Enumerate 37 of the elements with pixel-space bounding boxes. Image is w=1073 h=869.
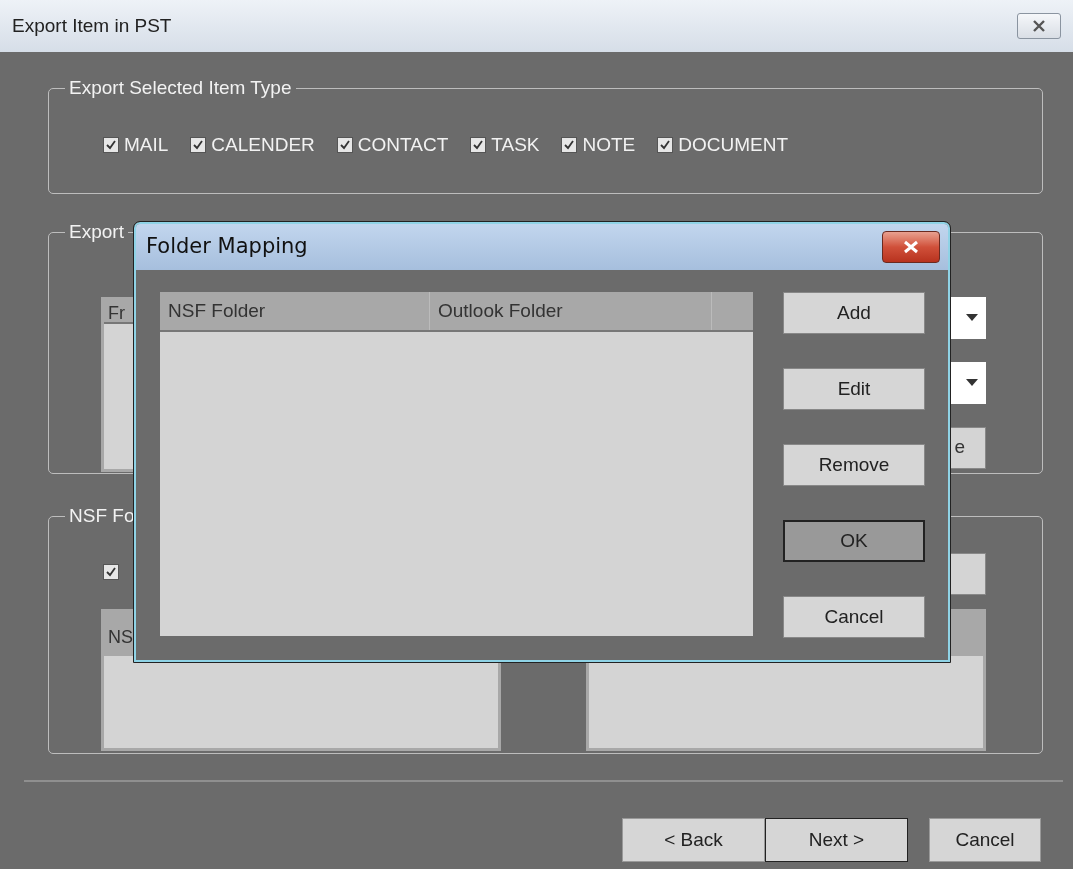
checkbox-label: CONTACT (357, 132, 449, 157)
dialog-button[interactable]: Cancel (783, 596, 925, 638)
folder-table[interactable]: NSF Folder Outlook Folder (160, 292, 753, 636)
group-title: Export (68, 220, 125, 244)
checkbox[interactable] (103, 563, 119, 580)
dropdown-arrow-icon (966, 379, 978, 386)
checkbox-label: NOTE (582, 132, 636, 157)
checkbox-label: CALENDER (211, 132, 315, 157)
dropdown-arrow-icon (966, 314, 978, 321)
window-title: Export Item in PST (12, 13, 172, 38)
column-header[interactable]: Outlook Folder (430, 292, 712, 330)
dialog-button[interactable]: Edit (783, 368, 925, 410)
close-button[interactable] (1017, 13, 1061, 39)
column-header: NS (108, 626, 133, 647)
dialog-button[interactable]: OK (783, 520, 925, 562)
close-button[interactable] (882, 231, 940, 263)
column-header[interactable]: NSF Folder (160, 292, 430, 330)
checkbox[interactable] (657, 136, 674, 153)
checkbox-label: MAIL (124, 132, 169, 157)
close-icon (1032, 20, 1046, 32)
group-title: Export Selected Item Type (68, 76, 293, 100)
dialog-title: Folder Mapping (146, 233, 308, 261)
checkbox-label: TASK (491, 132, 540, 157)
column-header: Fr (108, 302, 125, 323)
checkbox[interactable] (103, 136, 119, 153)
checkbox[interactable] (561, 136, 578, 153)
dialog-button[interactable]: Add (783, 292, 925, 334)
close-icon (902, 240, 920, 254)
checkbox[interactable] (190, 136, 207, 153)
checkbox[interactable] (336, 136, 353, 153)
dialog-button[interactable]: Cancel (929, 818, 1041, 862)
checkbox-label: DOCUMENT (678, 132, 789, 157)
dialog-button[interactable]: < Back (622, 818, 765, 862)
dialog-button[interactable]: Remove (783, 444, 925, 486)
group-title: NSF Fo (68, 504, 136, 528)
checkbox[interactable] (470, 136, 487, 153)
dialog-button[interactable]: Next > (765, 818, 908, 862)
